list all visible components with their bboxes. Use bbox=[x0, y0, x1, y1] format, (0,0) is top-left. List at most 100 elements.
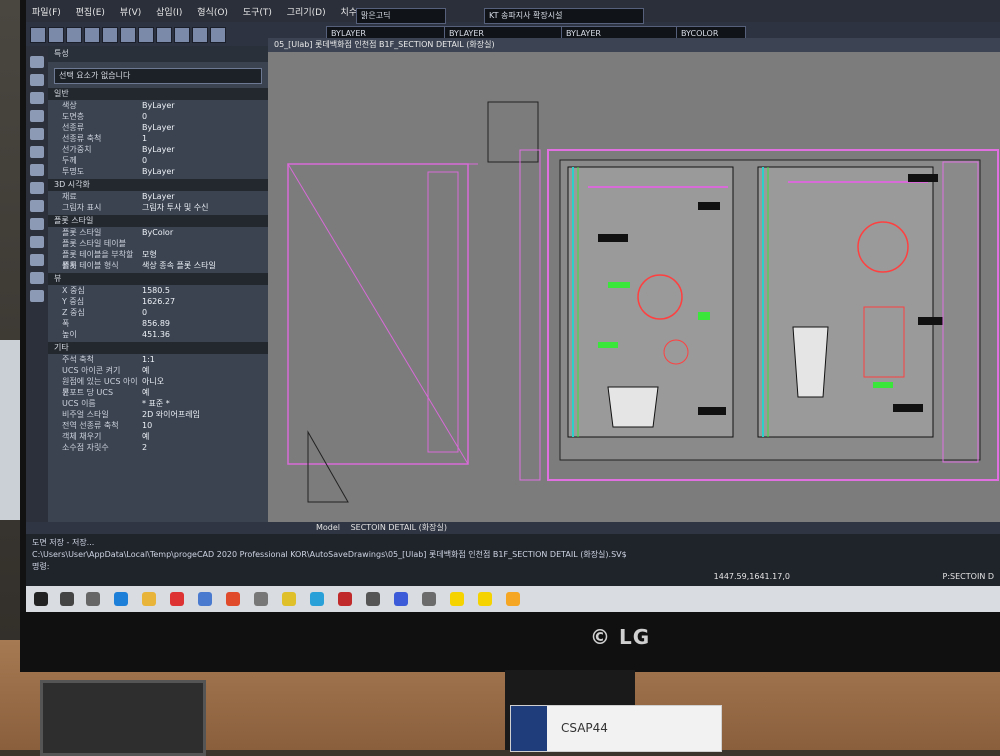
polygon-tool-icon[interactable] bbox=[30, 128, 44, 140]
misc-row[interactable]: 소수점 자릿수 2 bbox=[48, 442, 268, 453]
line-tool-icon[interactable] bbox=[30, 56, 44, 68]
region-tool-icon[interactable] bbox=[30, 254, 44, 266]
drawing-tab[interactable]: 05_[Ulab] 롯데백화점 인천점 B1F_SECTION DETAIL (… bbox=[268, 38, 1000, 52]
misc-value[interactable]: 10 bbox=[142, 420, 268, 431]
point-tool-icon[interactable] bbox=[30, 218, 44, 230]
start-icon[interactable] bbox=[34, 592, 48, 606]
misc-value[interactable]: * 표준 * bbox=[142, 398, 268, 409]
app-icon-1[interactable] bbox=[254, 592, 268, 606]
misc-value[interactable]: 1:1 bbox=[142, 354, 268, 365]
arc-tool-icon[interactable] bbox=[30, 92, 44, 104]
save-icon[interactable] bbox=[66, 27, 82, 43]
font-dropdown[interactable]: 맑은고딕 bbox=[356, 8, 446, 24]
cut-icon[interactable] bbox=[102, 27, 118, 43]
task-view-icon[interactable] bbox=[86, 592, 100, 606]
app-icon-3[interactable] bbox=[310, 592, 324, 606]
misc-value[interactable]: 예 bbox=[142, 365, 268, 376]
new-icon[interactable] bbox=[30, 27, 46, 43]
misc-row[interactable]: 객체 채우기 예 bbox=[48, 431, 268, 442]
section-view[interactable]: 뷰 bbox=[48, 273, 268, 285]
general-value[interactable]: 0 bbox=[142, 155, 268, 166]
chrome-icon[interactable] bbox=[226, 592, 240, 606]
text-tool-icon[interactable] bbox=[30, 290, 44, 302]
command-prompt[interactable]: 명령: bbox=[32, 561, 994, 573]
general-value[interactable]: ByLayer bbox=[142, 122, 268, 133]
style-dropdown[interactable]: KT 송파지사 확장시설 bbox=[484, 8, 644, 24]
polyline-tool-icon[interactable] bbox=[30, 74, 44, 86]
menu-insert[interactable]: 삽입(I) bbox=[150, 0, 188, 23]
table-tool-icon[interactable] bbox=[30, 272, 44, 284]
view-row[interactable]: X 중심 1580.5 bbox=[48, 285, 268, 296]
mail-icon[interactable] bbox=[198, 592, 212, 606]
misc-value[interactable]: 2 bbox=[142, 442, 268, 453]
menu-tools[interactable]: 도구(T) bbox=[237, 0, 278, 23]
app-icon-4[interactable] bbox=[366, 592, 380, 606]
visual3d-value[interactable]: 그림자 투사 및 수신 bbox=[142, 202, 268, 213]
visual3d-row[interactable]: 그림자 표시 그림자 투사 및 수신 bbox=[48, 202, 268, 213]
menu-edit[interactable]: 편집(E) bbox=[70, 0, 111, 23]
misc-row[interactable]: 원점에 있는 UCS 아이콘 아니오 bbox=[48, 376, 268, 397]
misc-value[interactable]: 예 bbox=[142, 387, 268, 398]
open-icon[interactable] bbox=[48, 27, 64, 43]
general-row[interactable]: 선가중치 ByLayer bbox=[48, 144, 268, 155]
kakaotalk-icon-2[interactable] bbox=[478, 592, 492, 606]
search-icon[interactable] bbox=[60, 592, 74, 606]
view-value[interactable]: 1580.5 bbox=[142, 285, 268, 296]
general-row[interactable]: 도면층 0 bbox=[48, 111, 268, 122]
pan-icon[interactable] bbox=[192, 27, 208, 43]
view-value[interactable]: 0 bbox=[142, 307, 268, 318]
selection-dropdown[interactable]: 선택 요소가 없습니다 bbox=[54, 68, 262, 84]
misc-value[interactable]: 아니오 bbox=[142, 376, 268, 387]
misc-row[interactable]: 주석 축척 1:1 bbox=[48, 354, 268, 365]
plot-row[interactable]: 플롯 테이블 형식 색상 종속 플롯 스타일 bbox=[48, 260, 268, 271]
hatch-tool-icon[interactable] bbox=[30, 182, 44, 194]
general-row[interactable]: 선종류 축척 1 bbox=[48, 133, 268, 144]
misc-row[interactable]: UCS 아이콘 켜기 예 bbox=[48, 365, 268, 376]
explorer-icon[interactable] bbox=[142, 592, 156, 606]
view-value[interactable]: 1626.27 bbox=[142, 296, 268, 307]
view-row[interactable]: 높이 451.36 bbox=[48, 329, 268, 340]
view-value[interactable]: 451.36 bbox=[142, 329, 268, 340]
view-row[interactable]: Y 중심 1626.27 bbox=[48, 296, 268, 307]
visual3d-value[interactable]: ByLayer bbox=[142, 191, 268, 202]
copy-icon[interactable] bbox=[120, 27, 136, 43]
app-icon-5[interactable] bbox=[394, 592, 408, 606]
misc-row[interactable]: 뷰포트 당 UCS 예 bbox=[48, 387, 268, 398]
view-value[interactable]: 856.89 bbox=[142, 318, 268, 329]
view-row[interactable]: Z 중심 0 bbox=[48, 307, 268, 318]
ellipse-tool-icon[interactable] bbox=[30, 164, 44, 176]
zoom-icon[interactable] bbox=[174, 27, 190, 43]
general-value[interactable]: ByLayer bbox=[142, 144, 268, 155]
general-row[interactable]: 두께 0 bbox=[48, 155, 268, 166]
plot-row[interactable]: 플롯 스타일 ByColor bbox=[48, 227, 268, 238]
general-value[interactable]: ByLayer bbox=[142, 166, 268, 177]
kakaotalk-icon[interactable] bbox=[450, 592, 464, 606]
rectangle-tool-icon[interactable] bbox=[30, 110, 44, 122]
general-value[interactable]: 1 bbox=[142, 133, 268, 144]
plot-row[interactable]: 플롯 테이블을 부착할 위치 모형 bbox=[48, 249, 268, 270]
print-icon[interactable] bbox=[84, 27, 100, 43]
cad-icon[interactable] bbox=[338, 592, 352, 606]
plot-row[interactable]: 플롯 스타일 테이블 bbox=[48, 238, 268, 249]
general-row[interactable]: 선종류 ByLayer bbox=[48, 122, 268, 133]
menu-format[interactable]: 형식(O) bbox=[191, 0, 234, 23]
spline-tool-icon[interactable] bbox=[30, 236, 44, 248]
general-row[interactable]: 투명도 ByLayer bbox=[48, 166, 268, 177]
plot-value[interactable]: 모형 bbox=[142, 249, 268, 260]
general-value[interactable]: 0 bbox=[142, 111, 268, 122]
tab-model[interactable]: Model bbox=[316, 523, 340, 532]
menu-view[interactable]: 뷰(V) bbox=[114, 0, 147, 23]
edge-icon[interactable] bbox=[114, 592, 128, 606]
misc-row[interactable]: 비주얼 스타일 2D 와이어프레임 bbox=[48, 409, 268, 420]
app-icon-2[interactable] bbox=[282, 592, 296, 606]
visual3d-row[interactable]: 재료 ByLayer bbox=[48, 191, 268, 202]
plot-value[interactable]: ByColor bbox=[142, 227, 268, 238]
misc-value[interactable]: 2D 와이어프레임 bbox=[142, 409, 268, 420]
help-icon[interactable] bbox=[210, 27, 226, 43]
menu-file[interactable]: 파일(F) bbox=[26, 0, 67, 23]
section-plot[interactable]: 플롯 스타일 bbox=[48, 215, 268, 227]
tab-section-detail[interactable]: SECTOIN DETAIL (화장실) bbox=[351, 523, 447, 532]
section-general[interactable]: 일반 bbox=[48, 88, 268, 100]
general-value[interactable]: ByLayer bbox=[142, 100, 268, 111]
block-tool-icon[interactable] bbox=[30, 200, 44, 212]
